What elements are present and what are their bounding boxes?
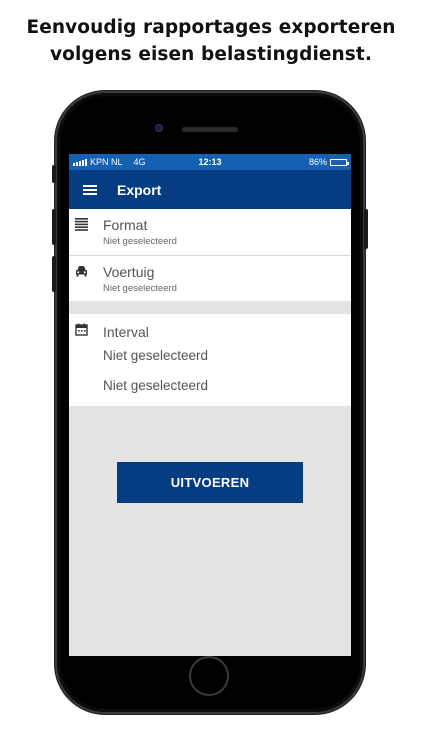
network-type: 4G — [133, 157, 146, 167]
export-options: Format Niet geselecteerd Voertuig Niet g… — [69, 209, 351, 301]
list-lines-icon — [75, 218, 88, 231]
hamburger-menu-icon[interactable] — [69, 170, 111, 209]
carrier-name: KPN NL — [90, 157, 123, 167]
headline-line-1: Eenvoudig rapportages exporteren — [26, 17, 396, 38]
volume-up-button — [52, 209, 56, 245]
interval-start-field[interactable]: Niet geselecteerd — [103, 348, 208, 363]
format-field[interactable]: Format Niet geselecteerd — [69, 209, 351, 255]
vehicle-field[interactable]: Voertuig Niet geselecteerd — [69, 255, 351, 301]
page-title: Export — [117, 181, 162, 198]
mute-switch — [52, 165, 56, 183]
marketing-headline: Eenvoudig rapportages exporteren volgens… — [0, 14, 422, 68]
signal-strength-icon — [73, 158, 87, 166]
interval-label: Interval — [103, 324, 149, 340]
vehicle-label: Voertuig — [103, 264, 155, 280]
app-screen: KPN NL 4G 12:13 86% Export Format Niet g… — [69, 154, 351, 656]
section-divider — [69, 301, 351, 314]
status-bar: KPN NL 4G 12:13 86% — [69, 154, 351, 170]
power-button — [364, 209, 368, 249]
battery-percent: 86% — [308, 157, 327, 167]
app-bar: Export — [69, 170, 351, 209]
car-icon — [75, 265, 88, 278]
headline-line-2: volgens eisen belastingdienst. — [50, 44, 372, 65]
run-export-button[interactable]: UITVOEREN — [117, 462, 303, 503]
format-label: Format — [103, 217, 148, 233]
calendar-icon — [75, 323, 88, 336]
interval-end-field[interactable]: Niet geselecteerd — [103, 378, 208, 393]
home-button[interactable] — [189, 656, 229, 696]
battery-icon — [330, 158, 349, 166]
vehicle-value: Niet geselecteerd — [103, 283, 177, 294]
front-camera — [155, 124, 163, 132]
interval-section: Interval Niet geselecteerd Niet geselect… — [69, 314, 351, 406]
earpiece-speaker — [182, 127, 238, 132]
volume-down-button — [52, 256, 56, 292]
phone-frame: KPN NL 4G 12:13 86% Export Format Niet g… — [52, 91, 368, 714]
format-value: Niet geselecteerd — [103, 236, 177, 247]
